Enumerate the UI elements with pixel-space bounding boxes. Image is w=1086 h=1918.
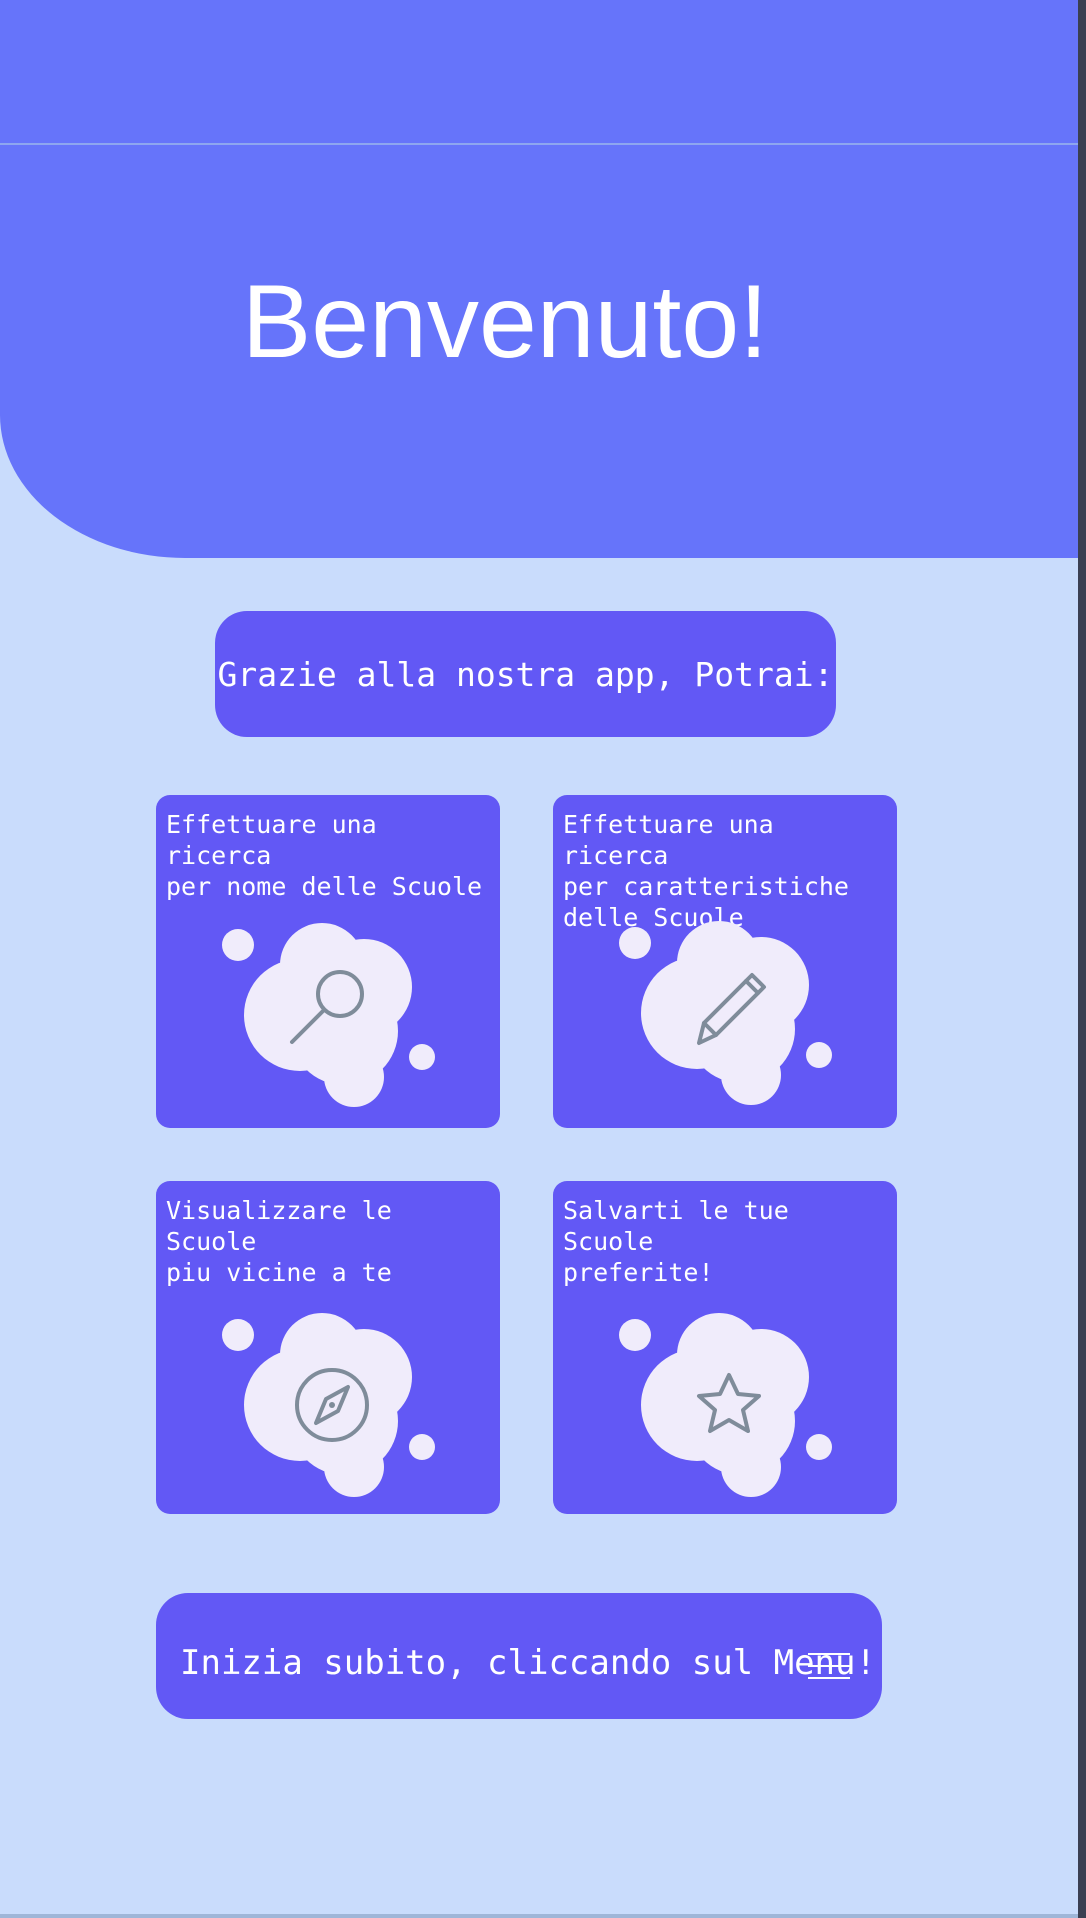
search-icon — [222, 923, 435, 1107]
menu-cta[interactable]: Inizia subito, cliccando sul Menu! — [156, 1593, 882, 1719]
feature-text: Effettuare una ricerca per nome delle Sc… — [166, 810, 483, 901]
page-title: Benvenuto! — [241, 264, 769, 380]
intro-text: Grazie alla nostra app, Potrai: — [217, 654, 834, 694]
feature-text: Visualizzare le Scuole piu vicine a te — [166, 1196, 392, 1287]
feature-card-nearby-schools: Visualizzare le Scuole piu vicine a te — [156, 1181, 500, 1514]
window-edge — [1078, 0, 1086, 1918]
feature-text: Salvarti le tue Scuole preferite! — [563, 1196, 789, 1287]
menu-icon[interactable] — [808, 1653, 850, 1681]
compass-icon — [222, 1313, 435, 1497]
feature-card-search-by-name: Effettuare una ricerca per nome delle Sc… — [156, 795, 500, 1128]
page: Benvenuto! Grazie alla nostra app, Potra… — [0, 0, 1078, 1918]
bottom-edge — [0, 1914, 1078, 1918]
pencil-icon — [619, 921, 832, 1105]
cta-text: Inizia subito, cliccando sul Menu! — [180, 1643, 876, 1683]
intro-label: Grazie alla nostra app, Potrai: — [215, 611, 836, 737]
feature-card-search-by-features: Effettuare una ricerca per caratteristic… — [553, 795, 897, 1128]
feature-card-favorite-schools: Salvarti le tue Scuole preferite! — [553, 1181, 897, 1514]
star-icon — [619, 1313, 832, 1497]
top-app-bar — [0, 0, 1078, 145]
hero-banner: Benvenuto! — [0, 145, 1078, 558]
